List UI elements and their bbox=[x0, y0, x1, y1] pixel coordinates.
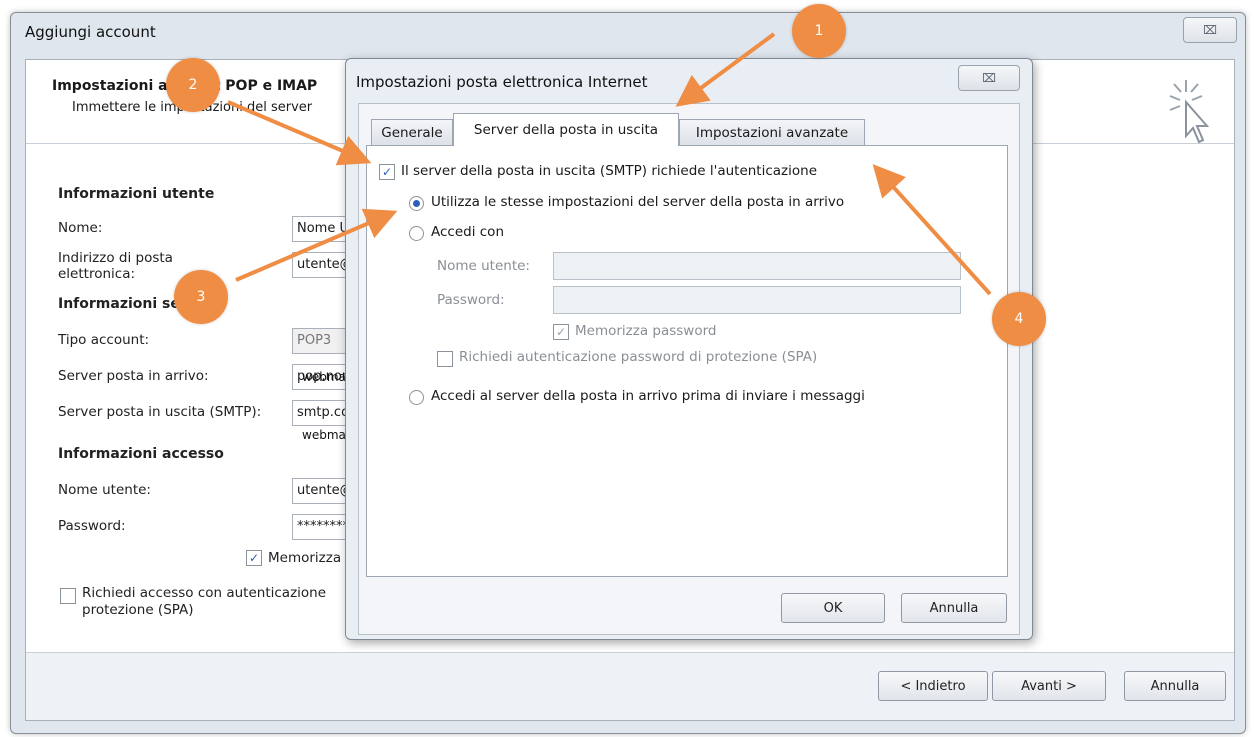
arrow-3 bbox=[235, 208, 398, 282]
annotation-badge-4: 4 bbox=[992, 292, 1046, 346]
annotation-badge-2: 2 bbox=[166, 58, 220, 112]
arrow-4 bbox=[872, 164, 992, 296]
annotation-badge-1: 1 bbox=[792, 4, 846, 58]
arrow-2 bbox=[227, 100, 372, 166]
annotation-badge-3: 3 bbox=[174, 270, 228, 324]
arrow-1 bbox=[675, 32, 776, 107]
